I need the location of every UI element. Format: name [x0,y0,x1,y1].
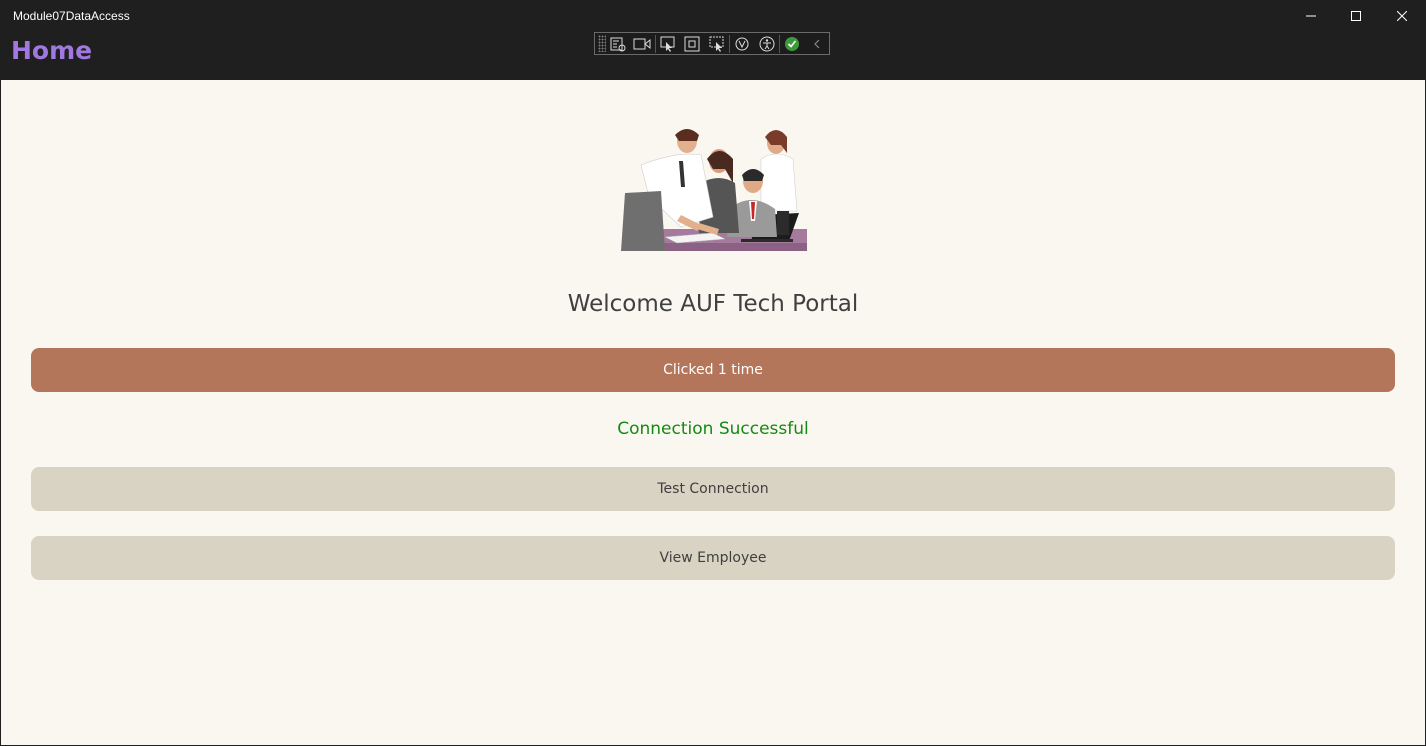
hot-reload-button[interactable] [730,33,755,54]
close-button[interactable] [1379,0,1425,32]
select-element-button[interactable] [656,33,681,54]
track-focus-icon [709,36,724,52]
live-visual-tree-button[interactable] [606,33,631,54]
record-button[interactable] [630,33,655,54]
maximize-icon [1351,11,1361,21]
display-layout-adorners-icon [684,36,700,51]
close-icon [1397,11,1407,21]
collapse-chevron-icon [813,39,820,48]
page-title: Home [11,36,93,65]
maximize-button[interactable] [1333,0,1379,32]
binding-check-icon [785,36,800,51]
welcome-heading: Welcome AUF Tech Portal [567,291,859,317]
toolbar-grip[interactable] [598,35,606,52]
click-counter-button[interactable]: Clicked 1 time [31,348,1395,392]
title-bar: Module07DataAccess [0,0,1426,32]
hot-reload-icon [735,37,749,50]
minimize-icon [1306,15,1316,17]
team-illustration [621,129,807,251]
connection-status-label: Connection Successful [617,419,809,439]
view-employee-button[interactable]: View Employee [31,536,1395,580]
binding-check-button[interactable] [780,33,805,54]
track-focus-button[interactable] [705,33,730,54]
minimize-button[interactable] [1288,0,1334,32]
live-visual-tree-icon [610,37,626,51]
accessibility-icon [759,36,775,51]
main-content: Welcome AUF Tech Portal Clicked 1 time C… [1,80,1425,745]
select-element-icon [660,36,675,52]
collapse-toolbar-button[interactable] [804,33,829,54]
window-title: Module07DataAccess [13,9,130,23]
test-connection-button[interactable]: Test Connection [31,467,1395,511]
display-layout-adorners-button[interactable] [680,33,705,54]
accessibility-button[interactable] [755,33,780,54]
xaml-debug-toolbar [594,32,830,55]
video-icon [633,38,651,49]
app-window: Module07DataAccess Home Welcome AUF Tech… [0,0,1426,746]
